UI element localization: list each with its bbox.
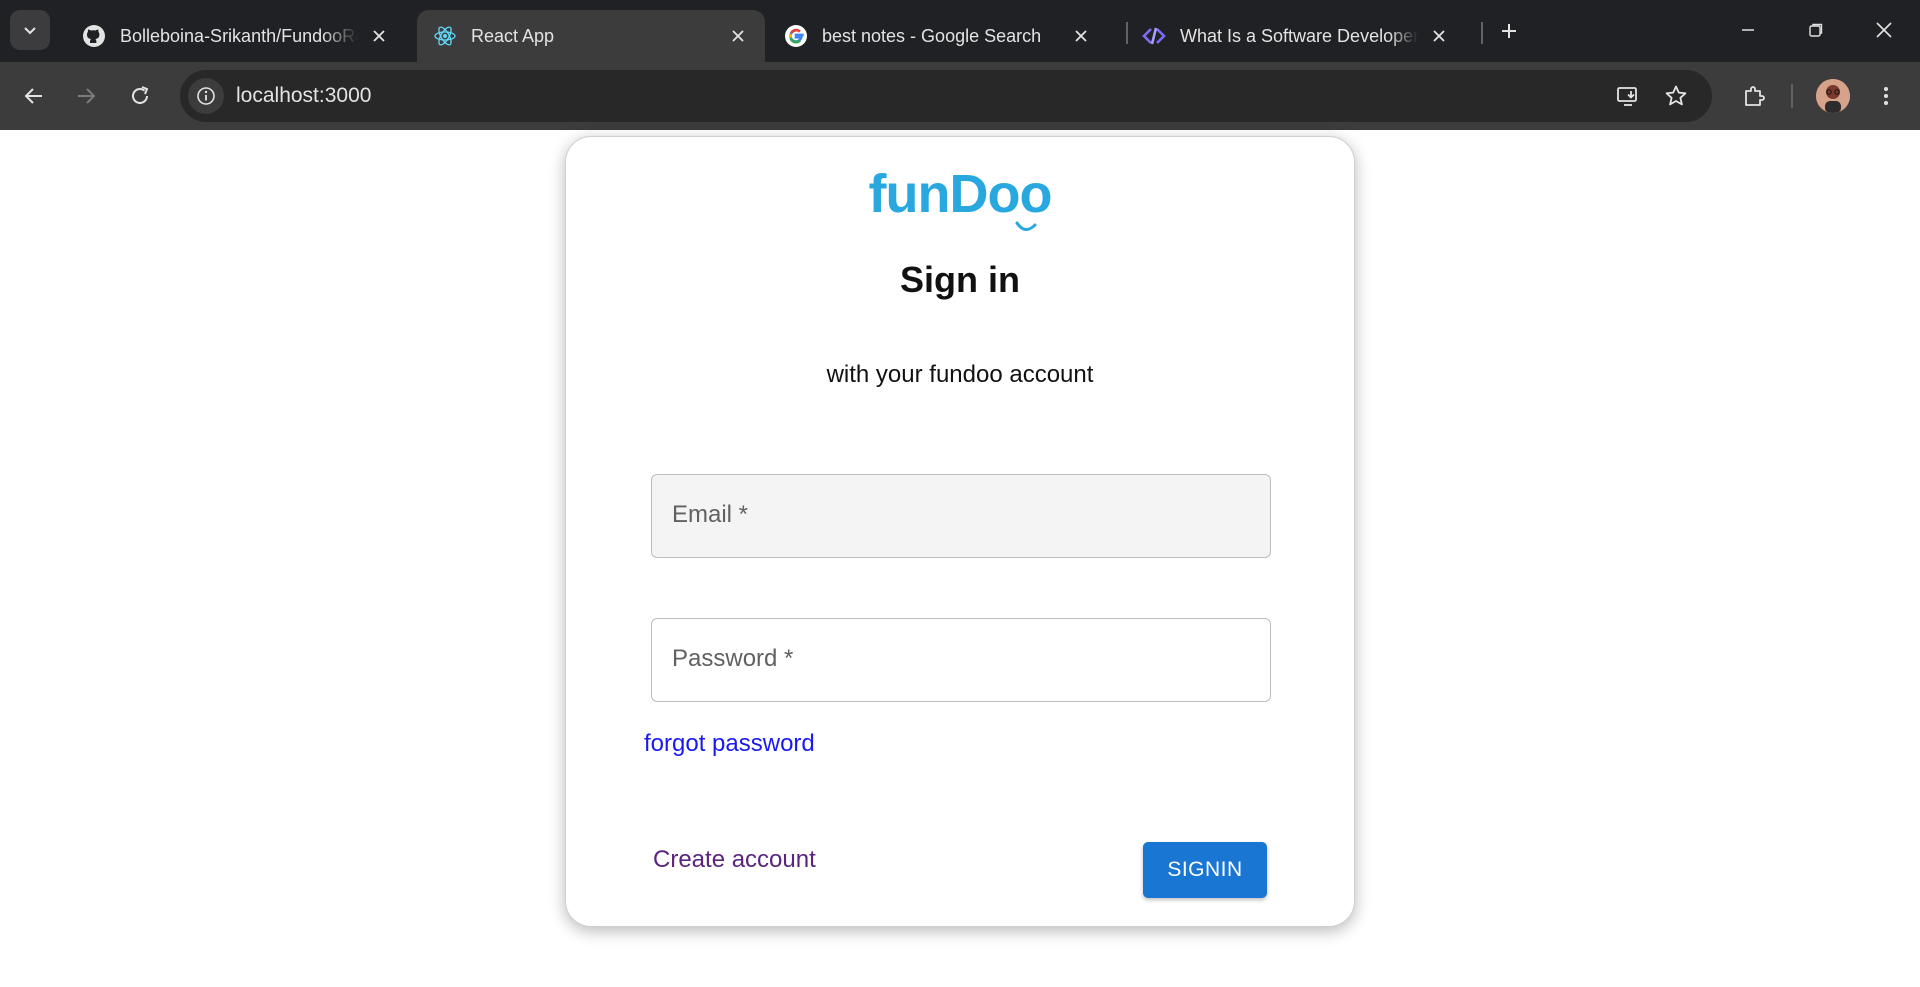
bookmark-button[interactable] xyxy=(1658,78,1694,114)
react-icon xyxy=(433,24,457,48)
password-field[interactable]: Password * xyxy=(651,618,1271,702)
minimize-button[interactable] xyxy=(1724,10,1772,50)
signin-card: funDoo Sign in with your fundoo account … xyxy=(565,136,1355,927)
site-info-button[interactable] xyxy=(188,78,224,114)
browser-toolbar: localhost:3000 xyxy=(0,62,1920,130)
arrow-left-icon xyxy=(24,88,42,104)
signin-button[interactable]: SIGNIN xyxy=(1143,842,1267,898)
tab-strip: Bolleboina-Srikanth/FundooReact React Ap… xyxy=(0,0,1920,62)
logo-text: funDoo xyxy=(868,163,1053,231)
password-label: Password * xyxy=(672,645,794,672)
close-tab-icon[interactable] xyxy=(725,23,751,49)
dev-site-icon xyxy=(1142,24,1166,48)
google-icon xyxy=(784,24,808,48)
tab-title: What Is a Software Developer? | xyxy=(1180,25,1418,46)
restore-icon xyxy=(1809,23,1823,37)
forgot-password-link[interactable]: forgot password xyxy=(644,730,815,758)
tab-title: Bolleboina-Srikanth/FundooReact xyxy=(120,25,358,46)
install-icon xyxy=(1617,87,1637,106)
tab-search-button[interactable] xyxy=(10,10,50,50)
profile-avatar[interactable] xyxy=(1816,79,1850,113)
extensions-button[interactable] xyxy=(1734,76,1774,116)
url-text[interactable]: localhost:3000 xyxy=(236,84,371,108)
tab-separator xyxy=(1481,22,1483,44)
reload-button[interactable] xyxy=(120,76,160,116)
tab-react-app[interactable]: React App xyxy=(417,10,765,62)
tab-software-developer[interactable]: What Is a Software Developer? | xyxy=(1126,10,1466,62)
restore-button[interactable] xyxy=(1792,10,1840,50)
logo-smile-icon xyxy=(1015,221,1037,231)
info-icon xyxy=(197,87,215,105)
tab-title: best notes - Google Search xyxy=(822,25,1042,46)
puzzle-icon xyxy=(1745,86,1765,106)
page-title: Sign in xyxy=(900,259,1020,300)
email-label: Email * xyxy=(672,501,749,528)
avatar-icon xyxy=(1816,79,1850,113)
arrow-right-icon xyxy=(78,88,96,104)
new-tab-button[interactable] xyxy=(1492,14,1526,48)
close-tab-icon[interactable] xyxy=(1426,23,1452,49)
close-tab-icon[interactable] xyxy=(366,23,392,49)
back-button[interactable] xyxy=(14,76,54,116)
fundoo-logo: funDoo xyxy=(566,163,1354,231)
close-icon xyxy=(1876,22,1892,38)
toolbar-divider xyxy=(1791,84,1793,108)
minimize-icon xyxy=(1742,29,1754,31)
tab-title: React App xyxy=(471,25,555,46)
star-icon xyxy=(1665,85,1687,106)
forward-button[interactable] xyxy=(66,76,106,116)
address-bar[interactable]: localhost:3000 xyxy=(180,70,1712,122)
tab-google-search[interactable]: best notes - Google Search xyxy=(768,10,1108,62)
more-vert-icon xyxy=(1884,87,1888,105)
tab-github[interactable]: Bolleboina-Srikanth/FundooReact xyxy=(66,10,406,62)
email-field[interactable]: Email * xyxy=(651,474,1271,558)
install-app-button[interactable] xyxy=(1610,78,1646,114)
close-window-button[interactable] xyxy=(1860,10,1908,50)
plus-icon xyxy=(1502,24,1516,38)
page-subtitle: with your fundoo account xyxy=(826,361,1094,388)
reload-icon xyxy=(132,86,149,104)
github-icon xyxy=(82,24,106,48)
chevron-down-icon xyxy=(24,27,36,35)
create-account-link[interactable]: Create account xyxy=(653,846,816,874)
chrome-menu-button[interactable] xyxy=(1866,76,1906,116)
logo-wordmark: funDoo xyxy=(868,164,1053,224)
close-tab-icon[interactable] xyxy=(1068,23,1094,49)
